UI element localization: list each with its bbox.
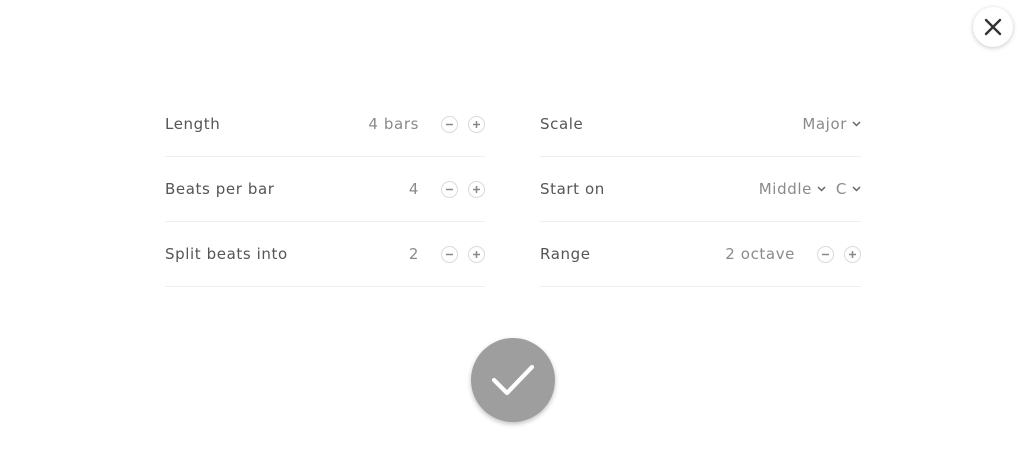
range-increment-button[interactable] (844, 245, 861, 263)
scale-row: Scale Major (540, 92, 861, 157)
beats-per-bar-value: 4 (408, 180, 419, 198)
confirm-button[interactable] (471, 338, 555, 422)
scale-value: Major (802, 115, 847, 133)
chevron-down-icon (852, 186, 861, 192)
close-button[interactable] (973, 7, 1013, 47)
start-note-dropdown[interactable]: C (836, 180, 861, 198)
length-decrement-button[interactable] (441, 115, 458, 133)
start-note-value: C (835, 180, 847, 198)
plus-icon (473, 250, 480, 258)
scale-dropdown[interactable]: Major (802, 115, 861, 133)
beats-per-bar-decrement-button[interactable] (441, 180, 458, 198)
start-octave-dropdown[interactable]: Middle (759, 180, 826, 198)
length-row: Length 4 bars (165, 92, 485, 157)
plus-icon (473, 185, 480, 193)
settings-column-left: Length 4 bars Beats per bar 4 Split beat… (165, 92, 485, 287)
start-octave-value: Middle (758, 180, 812, 198)
settings-column-right: Scale Major Start on Middle C Range 2 oc… (540, 92, 861, 287)
beats-per-bar-label: Beats per bar (165, 180, 275, 198)
range-decrement-button[interactable] (817, 245, 834, 263)
minus-icon (446, 188, 453, 190)
plus-icon (849, 250, 856, 258)
start-on-label: Start on (540, 180, 605, 198)
checkmark-icon (491, 362, 535, 398)
beats-per-bar-row: Beats per bar 4 (165, 157, 485, 222)
settings-dialog: Length 4 bars Beats per bar 4 Split beat… (0, 0, 1024, 469)
chevron-down-icon (852, 121, 861, 127)
beats-per-bar-controls: 4 (409, 180, 485, 198)
minus-icon (446, 123, 453, 125)
scale-label: Scale (540, 115, 584, 133)
beats-per-bar-increment-button[interactable] (468, 180, 485, 198)
split-beats-decrement-button[interactable] (441, 245, 458, 263)
start-on-row: Start on Middle C (540, 157, 861, 222)
minus-icon (446, 253, 453, 255)
length-increment-button[interactable] (468, 115, 485, 133)
split-beats-increment-button[interactable] (468, 245, 485, 263)
close-icon (984, 18, 1002, 36)
range-label: Range (540, 245, 591, 263)
split-beats-label: Split beats into (165, 245, 288, 263)
length-controls: 4 bars (368, 115, 485, 133)
range-controls: 2 octave (725, 245, 861, 263)
split-beats-row: Split beats into 2 (165, 222, 485, 287)
range-row: Range 2 octave (540, 222, 861, 287)
scale-controls: Major (802, 115, 861, 133)
chevron-down-icon (817, 186, 826, 192)
plus-icon (473, 120, 480, 128)
split-beats-value: 2 (408, 245, 419, 263)
range-value: 2 octave (725, 245, 795, 263)
length-label: Length (165, 115, 221, 133)
minus-icon (822, 253, 829, 255)
start-on-controls: Middle C (759, 180, 861, 198)
length-value: 4 bars (368, 115, 419, 133)
split-beats-controls: 2 (409, 245, 485, 263)
